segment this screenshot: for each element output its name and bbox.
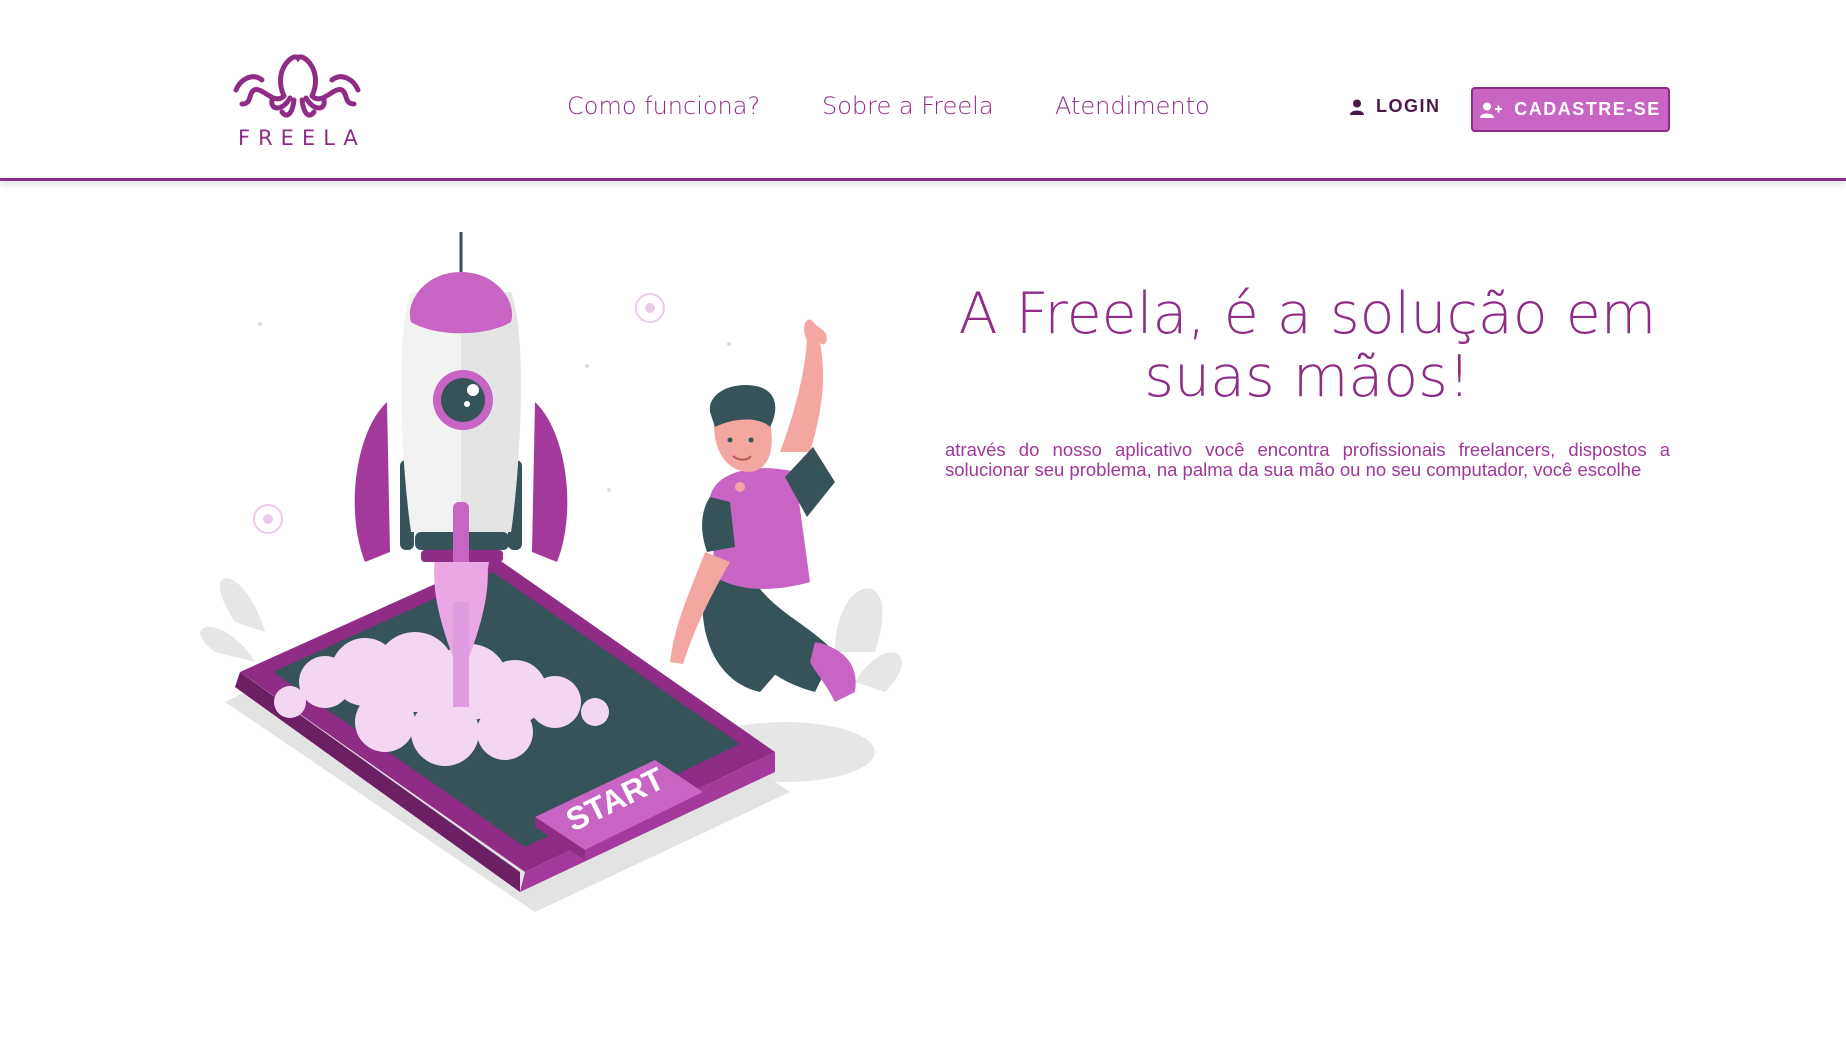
hero-description: através do nosso aplicativo você encontr… xyxy=(945,439,1670,480)
signup-button[interactable]: CADASTRE-SE xyxy=(1471,87,1670,132)
user-plus-icon xyxy=(1480,102,1503,118)
login-label: LOGIN xyxy=(1376,96,1441,116)
signup-label: CADASTRE-SE xyxy=(1514,99,1661,119)
logo-wordmark: FREELA xyxy=(238,126,366,150)
rocket-icon xyxy=(354,222,568,602)
nav-como-funciona[interactable]: Como funciona? xyxy=(567,92,760,120)
nav-atendimento[interactable]: Atendimento xyxy=(1055,92,1210,120)
hero-title: A Freela, é a solução em suas mãos! xyxy=(958,281,1657,410)
rocket-launch-illustration: START xyxy=(195,222,915,932)
site-header: FREELA Como funciona? Sobre a Freela Ate… xyxy=(0,0,1846,181)
person-icon xyxy=(670,319,856,702)
page: FREELA Como funciona? Sobre a Freela Ate… xyxy=(0,0,1846,1052)
freela-logo[interactable]: FREELA xyxy=(232,50,362,154)
plant-left-icon xyxy=(200,578,265,662)
user-icon xyxy=(1350,99,1364,115)
login-button[interactable]: LOGIN xyxy=(1350,96,1441,117)
octopus-logo-icon xyxy=(233,54,361,118)
nav-sobre-a-freela[interactable]: Sobre a Freela xyxy=(822,92,994,120)
